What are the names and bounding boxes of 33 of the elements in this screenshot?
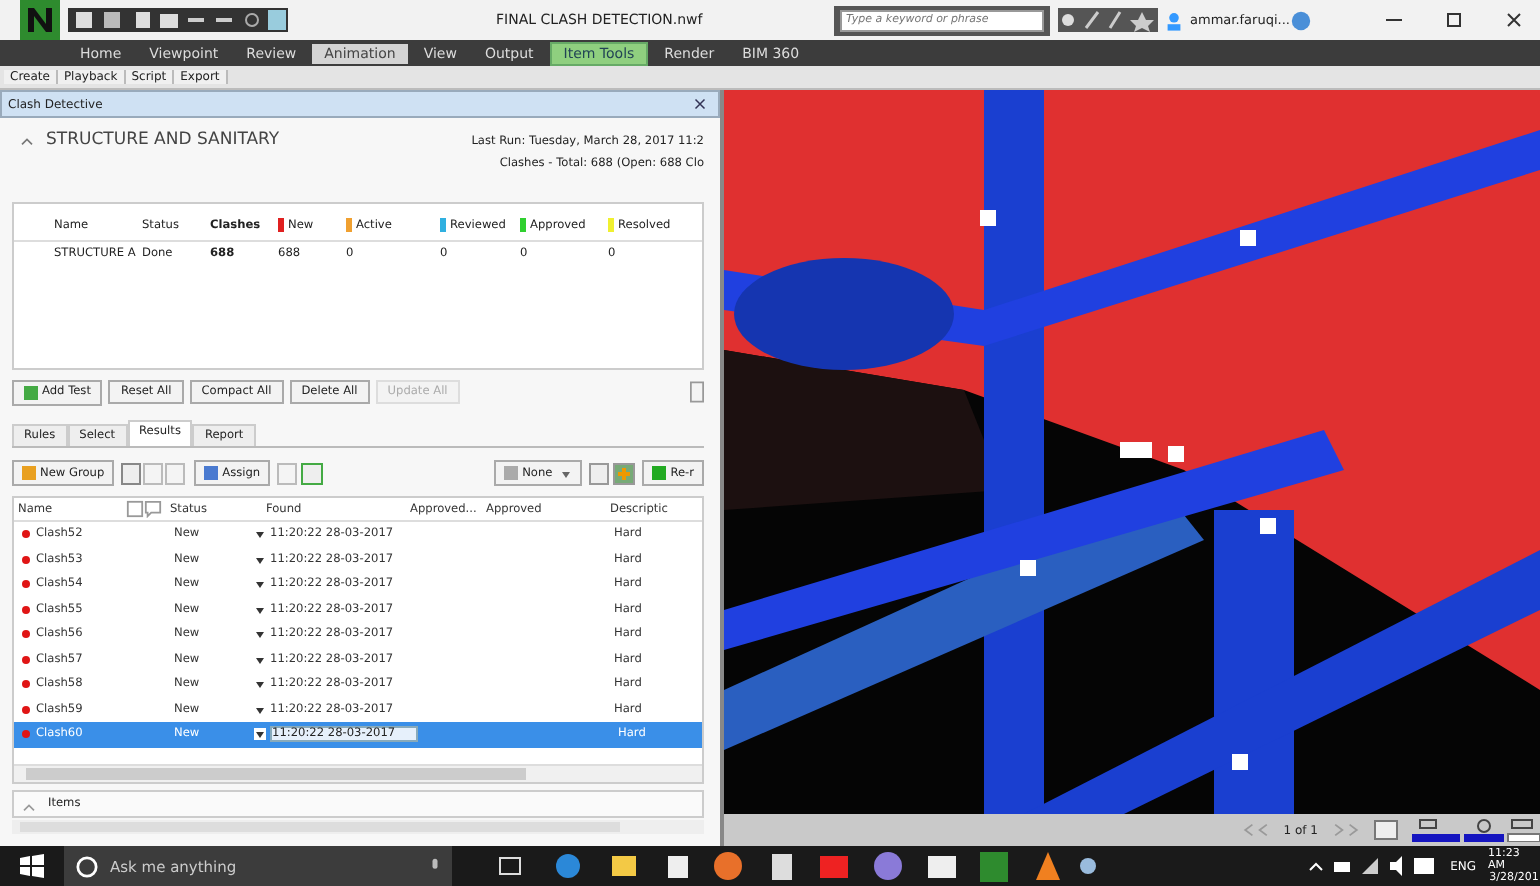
status-dot-icon [22,680,30,689]
restore-icon[interactable] [1444,10,1464,30]
horizontal-scrollbar[interactable] [12,820,704,834]
sort-tools-icons[interactable] [588,461,637,485]
dropdown-arrow-icon[interactable] [254,728,266,741]
status-dot-icon [22,605,30,614]
export-icon[interactable] [690,380,704,404]
status-dot-icon [22,730,30,739]
horizontal-scrollbar[interactable] [14,764,702,782]
microphone-icon[interactable] [430,857,440,875]
collapse-icon[interactable] [20,136,34,146]
camera-comment-icons[interactable] [126,500,162,518]
status-dot-icon [22,530,30,539]
start-icon[interactable] [20,854,44,878]
caret-icon [560,467,573,479]
status-dot-icon [22,630,30,639]
close-icon[interactable] [1504,10,1524,30]
test-name: STRUCTURE AND SANITARY [46,130,280,150]
expand-icon[interactable] [22,802,36,812]
comment-tools-icons[interactable] [276,461,325,485]
performance-meters-icon [1408,818,1540,842]
group-tools-icons[interactable] [120,461,189,485]
system-tray-icons[interactable] [1306,854,1439,878]
search-ring-icon[interactable] [76,855,98,877]
close-icon[interactable] [694,98,706,110]
sheet-icon[interactable] [1374,820,1398,840]
help-icon[interactable] [1290,9,1312,31]
app-logo-icon[interactable] [20,0,60,40]
status-dot-icon [22,555,30,564]
user-icon[interactable] [1166,9,1182,31]
status-dot-icon [22,655,30,664]
status-dot-icon [22,580,30,589]
status-dot-icon [22,705,30,714]
